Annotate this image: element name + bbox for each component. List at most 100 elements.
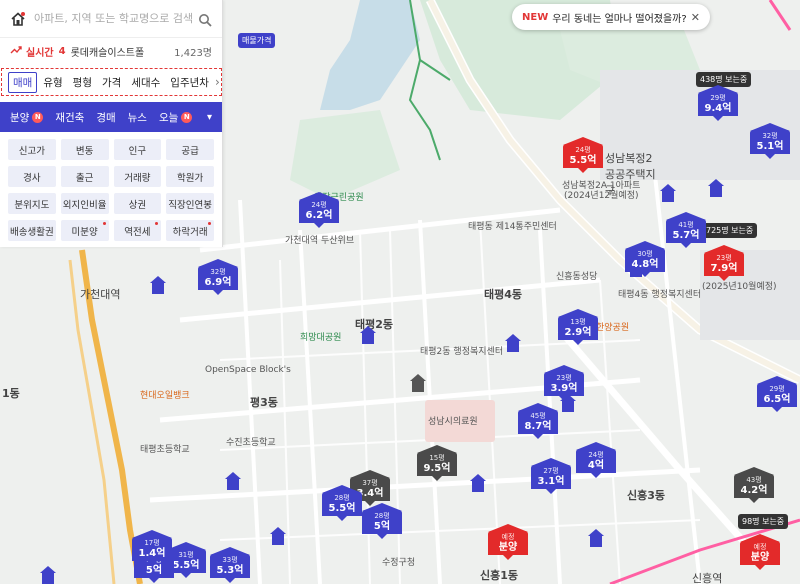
layer-grid: 신고가 변동 인구 공급 경사 출근 거래량 학원가 분위지도 외지인비율 상권… <box>0 132 222 247</box>
price-marker[interactable]: 예정 분양 <box>488 524 528 560</box>
filter-size[interactable]: 평형 <box>69 73 96 92</box>
layer-chip[interactable]: 배송생활권 <box>8 220 56 241</box>
new-dot <box>155 222 159 225</box>
district-label: 신흥1동 <box>480 569 519 582</box>
house-icon[interactable] <box>505 334 521 354</box>
price-marker[interactable]: 예정 분양 <box>740 534 780 570</box>
filter-deal-type[interactable]: 매매 <box>8 71 38 93</box>
new-badge: NEW <box>522 11 549 23</box>
trend-label: 실시간 <box>26 47 54 59</box>
price-marker[interactable]: 27평 3.1억 <box>531 458 571 494</box>
price-marker[interactable]: 45평 8.7억 <box>518 403 558 439</box>
house-icon[interactable] <box>588 529 604 549</box>
search-bar <box>0 0 222 38</box>
layer-chip[interactable]: 외지인비율 <box>60 193 109 214</box>
place-label: OpenSpace Block's <box>205 365 291 375</box>
price-marker[interactable]: 43평 4.2억 <box>734 467 774 503</box>
layer-chip[interactable]: 신고가 <box>8 139 56 160</box>
category-tabs: 분양 N 재건축 경매 뉴스 오늘 N ▾ <box>0 102 222 132</box>
layer-chip[interactable]: 출근 <box>60 166 109 187</box>
trend-name: 롯데캐슬이스트폴 <box>70 47 145 59</box>
new-badge: N <box>181 111 193 123</box>
viewers-pill: 98명 보는중 <box>738 514 789 529</box>
search-input[interactable] <box>34 12 198 25</box>
new-dot <box>102 222 106 225</box>
layer-chip[interactable]: 변동 <box>60 139 109 160</box>
house-icon[interactable] <box>225 472 241 492</box>
place-label: 한양공원 <box>596 323 630 333</box>
place-label: 현대오일뱅크 <box>140 391 190 401</box>
price-marker[interactable]: 24평 6.2억 <box>299 192 339 228</box>
layer-chip[interactable]: 인구 <box>113 139 162 160</box>
price-marker[interactable]: 30평 4.8억 <box>625 241 665 277</box>
house-icon[interactable] <box>660 184 676 204</box>
price-tag[interactable]: 매물가격 <box>238 33 276 48</box>
layer-chip[interactable]: 하락거래 <box>166 220 214 241</box>
layer-chip[interactable]: 역전세 <box>113 220 162 241</box>
filter-price[interactable]: 가격 <box>98 73 125 92</box>
banner-text: 우리 동네는 얼마나 떨어졌을까? <box>552 13 687 25</box>
place-label: 신흥동성당 <box>556 272 598 282</box>
new-dot <box>208 222 211 225</box>
house-icon[interactable] <box>360 326 376 346</box>
price-marker[interactable]: 24평 4억 <box>576 442 616 478</box>
place-label: 성남시의료원 <box>428 417 478 427</box>
tab-news[interactable]: 뉴스 <box>122 110 153 125</box>
layer-chip[interactable]: 공급 <box>166 139 214 160</box>
price-marker[interactable]: 29평 6.5억 <box>757 376 797 412</box>
price-marker[interactable]: 32평 5.1억 <box>750 123 790 159</box>
trend-rank: 4 <box>58 45 66 57</box>
search-icon[interactable] <box>198 12 212 27</box>
price-marker[interactable]: 23평 3.9억 <box>544 365 584 401</box>
filter-households[interactable]: 세대수 <box>127 73 164 92</box>
house-icon[interactable] <box>270 527 286 547</box>
house-icon[interactable] <box>40 566 56 584</box>
place-label: 태평초등학교 <box>140 445 190 455</box>
tab-redevelopment[interactable]: 재건축 <box>49 110 90 125</box>
tab-auction[interactable]: 경매 <box>90 110 121 125</box>
tab-today[interactable]: 오늘 N <box>153 110 198 125</box>
new-badge: N <box>32 111 44 123</box>
place-label: 희망대공원 <box>300 333 342 343</box>
price-marker[interactable]: 33평 5.3억 <box>210 547 250 583</box>
price-marker[interactable]: 41평 5.7억 <box>666 212 706 248</box>
district-label: 평3동 <box>250 396 278 409</box>
layer-chip[interactable]: 분위지도 <box>8 193 56 214</box>
filter-age[interactable]: 입주년차 <box>166 73 213 92</box>
tab-presale[interactable]: 분양 N <box>4 110 49 125</box>
layer-chip[interactable]: 상권 <box>113 193 162 214</box>
price-marker[interactable]: 28평 5억 <box>362 503 402 539</box>
price-marker[interactable]: 17평 1.4억 <box>132 530 172 566</box>
place-label: 태평2동 행정복지센터 <box>420 347 504 357</box>
place-label: 가천대역 <box>80 288 121 301</box>
home-icon[interactable] <box>10 11 26 27</box>
price-marker[interactable]: 29평 9.4억 <box>698 85 738 121</box>
layer-chip[interactable]: 경사 <box>8 166 56 187</box>
district-label: 태평4동 <box>484 288 523 301</box>
realtime-trend[interactable]: 실시간 4 롯데캐슬이스트폴 1,423명 <box>0 38 222 64</box>
chevron-right-icon[interactable]: › <box>215 75 220 89</box>
house-icon[interactable] <box>410 374 426 394</box>
house-icon[interactable] <box>470 474 486 494</box>
price-marker[interactable]: 32평 6.9억 <box>198 259 238 295</box>
layer-chip[interactable]: 미분양 <box>60 220 109 241</box>
new-banner[interactable]: NEW 우리 동네는 얼마나 떨어졌을까? ✕ <box>512 4 710 30</box>
place-label: 수진초등학교 <box>226 438 276 448</box>
place-label: 가천대역 두산위브 <box>285 236 355 246</box>
filter-type[interactable]: 유형 <box>39 73 66 92</box>
price-marker[interactable]: 28평 5.5억 <box>322 485 362 521</box>
house-icon[interactable] <box>708 179 724 199</box>
filter-bar: 매매 유형 평형 가격 세대수 입주년차 › <box>1 68 222 96</box>
layer-chip[interactable]: 거래량 <box>113 166 162 187</box>
note-label: (2024년12월예정) <box>564 191 639 201</box>
house-icon[interactable] <box>150 276 166 296</box>
house-icon[interactable] <box>560 394 576 414</box>
chevron-down-icon[interactable]: ▾ <box>207 112 218 123</box>
price-marker[interactable]: 23평 7.9억 <box>704 245 744 281</box>
layer-chip[interactable]: 학원가 <box>166 166 214 187</box>
price-marker[interactable]: 13평 2.9억 <box>558 309 598 345</box>
close-icon[interactable]: ✕ <box>691 11 700 24</box>
price-marker[interactable]: 24평 5.5억 <box>563 137 603 173</box>
layer-chip[interactable]: 직장인연봉 <box>166 193 214 214</box>
price-marker[interactable]: 15평 9.5억 <box>417 445 457 481</box>
